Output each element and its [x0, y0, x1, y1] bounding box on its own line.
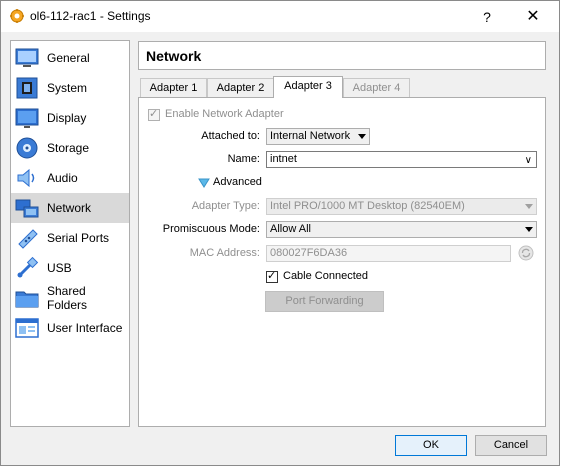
sidebar-item-shared-folders[interactable]: Shared Folders: [11, 283, 129, 313]
mac-address-label: MAC Address:: [189, 247, 260, 259]
checkmark-icon: ✓: [267, 270, 277, 282]
user-interface-icon: [15, 318, 39, 338]
promiscuous-mode-label: Promiscuous Mode:: [162, 223, 260, 235]
serial-ports-icon: [18, 229, 38, 249]
dropdown-arrow-icon: [525, 227, 533, 232]
advanced-toggle-label[interactable]: Advanced: [213, 176, 262, 188]
page-title-box: Network: [138, 41, 546, 70]
enable-adapter-label: Enable Network Adapter: [165, 108, 284, 120]
adapter-type-select[interactable]: Intel PRO/1000 MT Desktop (82540EM): [266, 198, 537, 215]
sidebar-item-label: Serial Ports: [47, 231, 110, 245]
dropdown-arrow-icon: [525, 204, 533, 209]
adapter-panel: ✓ Enable Network Adapter Attached to: In…: [138, 97, 546, 427]
sidebar-item-audio[interactable]: Audio: [11, 163, 129, 193]
usb-icon: [17, 256, 39, 278]
sidebar-item-label: Network: [47, 201, 92, 215]
enable-adapter-checkbox[interactable]: ✓: [148, 108, 160, 121]
name-label: Name:: [227, 153, 260, 165]
sidebar-item-storage[interactable]: Storage: [11, 133, 129, 163]
network-icon: [15, 199, 39, 218]
refresh-mac-icon[interactable]: [518, 245, 534, 261]
sidebar-item-label: USB: [47, 261, 72, 275]
port-forwarding-button[interactable]: Port Forwarding: [265, 291, 384, 312]
chevron-down-icon: ∨: [524, 155, 532, 166]
network-name-value: intnet: [270, 153, 297, 165]
sidebar-item-label: User Interface: [47, 321, 123, 335]
attached-to-select[interactable]: Internal Network: [266, 128, 370, 145]
advanced-expand-icon[interactable]: [198, 178, 210, 188]
tab-adapter-2[interactable]: Adapter 2: [207, 78, 274, 97]
sidebar-item-usb[interactable]: USB: [11, 253, 129, 283]
ok-button[interactable]: OK: [395, 435, 467, 456]
window-title: ol6-112-rac1 - Settings: [30, 9, 151, 23]
sidebar-item-label: General: [47, 51, 90, 65]
network-name-input[interactable]: intnet ∨: [266, 151, 537, 168]
close-button[interactable]: ✕: [515, 5, 551, 29]
help-button[interactable]: ?: [469, 5, 505, 29]
system-icon: [16, 77, 38, 99]
title-bar: ol6-112-rac1 - Settings ? ✕: [1, 1, 559, 32]
attached-to-label: Attached to:: [201, 130, 260, 142]
sidebar-item-general[interactable]: General: [11, 43, 129, 73]
promiscuous-mode-value: Allow All: [270, 223, 311, 235]
promiscuous-mode-select[interactable]: Allow All: [266, 221, 537, 238]
dropdown-arrow-icon: [358, 134, 366, 139]
adapter-type-label: Adapter Type:: [191, 200, 260, 212]
sidebar-item-system[interactable]: System: [11, 73, 129, 103]
sidebar-item-serial-ports[interactable]: Serial Ports: [11, 223, 129, 253]
sidebar-item-user-interface[interactable]: User Interface: [11, 313, 129, 343]
general-icon: [15, 48, 39, 67]
sidebar-item-label: Storage: [47, 141, 90, 155]
cable-connected-label: Cable Connected: [283, 270, 369, 282]
storage-icon: [16, 137, 38, 159]
checkmark-icon: ✓: [149, 108, 159, 120]
attached-to-value: Internal Network: [270, 130, 351, 142]
tab-adapter-1[interactable]: Adapter 1: [140, 78, 207, 97]
tab-adapter-3[interactable]: Adapter 3: [273, 76, 343, 98]
mac-address-input[interactable]: 080027F6DA36: [266, 245, 511, 262]
sidebar-item-label: Audio: [47, 171, 78, 185]
shared-folders-icon: [15, 291, 39, 308]
mac-address-value: 080027F6DA36: [270, 247, 348, 259]
sidebar-item-label: Display: [47, 111, 87, 125]
cable-connected-checkbox[interactable]: ✓: [266, 270, 278, 283]
sidebar-item-label: System: [47, 81, 88, 95]
adapter-type-value: Intel PRO/1000 MT Desktop (82540EM): [270, 200, 465, 212]
sidebar-item-label: Shared Folders: [46, 284, 87, 312]
settings-window: ol6-112-rac1 - Settings ? ✕ General Syst…: [0, 0, 560, 466]
page-title: Network: [146, 48, 202, 64]
cancel-button[interactable]: Cancel: [475, 435, 547, 456]
sidebar-item-network[interactable]: Network: [11, 193, 129, 223]
sidebar-item-display[interactable]: Display: [11, 103, 129, 133]
settings-sidebar: General System Display Storage Audio Net…: [10, 40, 130, 427]
display-icon: [15, 108, 39, 128]
virtualbox-app-icon: [10, 9, 24, 23]
tab-adapter-4[interactable]: Adapter 4: [343, 78, 410, 97]
audio-icon: [17, 168, 35, 188]
